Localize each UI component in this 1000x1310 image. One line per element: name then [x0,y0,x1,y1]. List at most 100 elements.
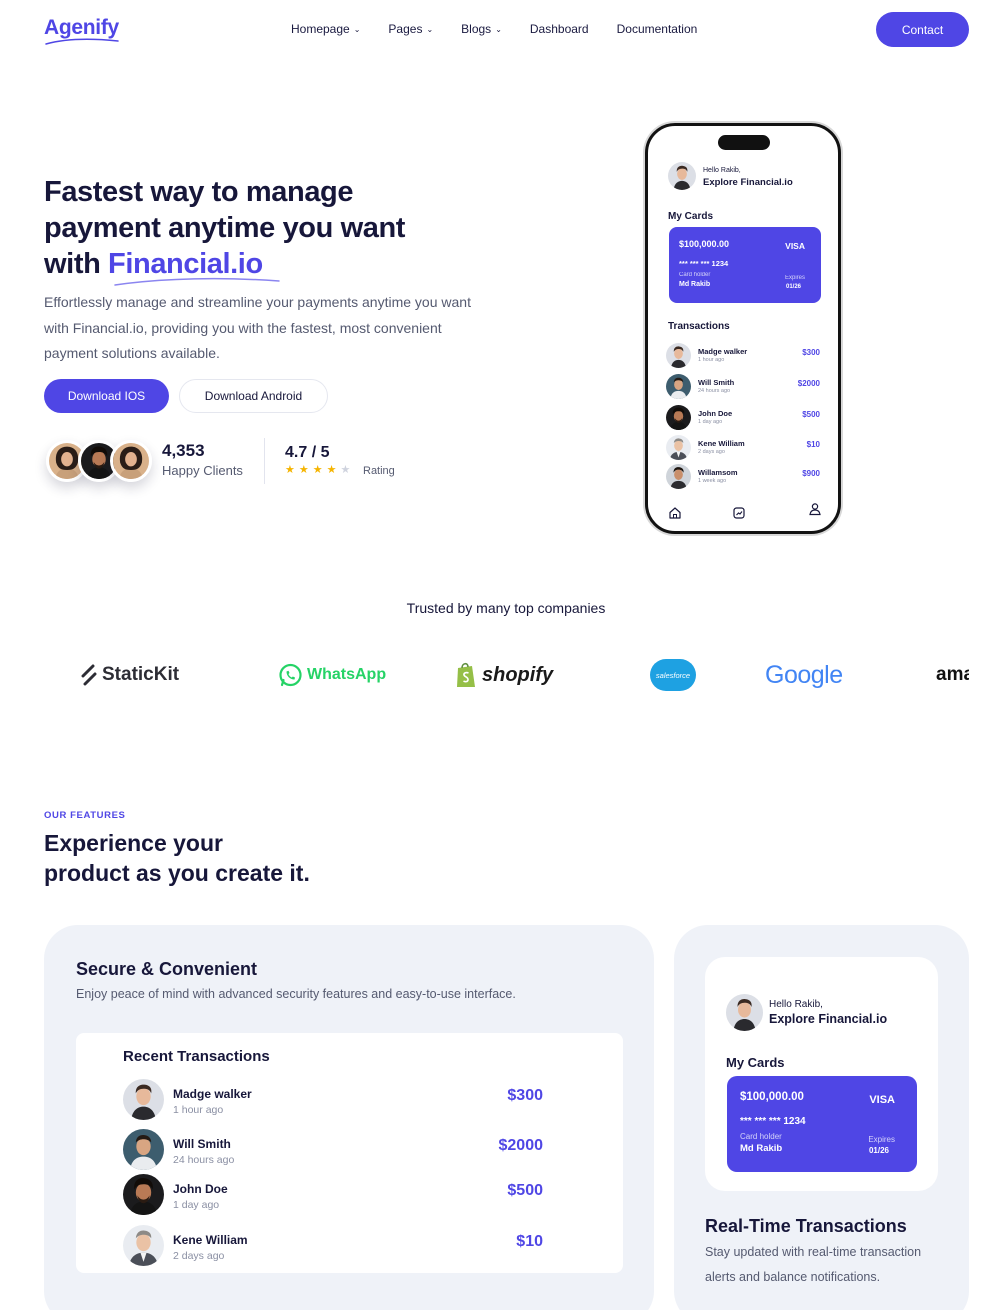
rating-label: Rating [363,465,395,477]
card-number: *** *** *** 1234 [679,259,729,268]
transaction-amount: $500 [507,1182,543,1199]
transaction-amount: $2000 [498,1137,544,1154]
transaction-time: 2 days ago [698,449,725,455]
hero-title-line1: Fastest way to manage [44,176,354,208]
shopify-icon [457,662,475,687]
feature-description: Stay updated with real-time transaction … [705,1245,922,1284]
explore-text: Explore Financial.io [769,1012,888,1026]
menu-dashboard[interactable]: Dashboard [530,22,589,36]
transaction-time: 1 day ago [173,1199,220,1211]
transaction-amount: $300 [802,348,820,357]
avatar [666,343,691,368]
brand-whatsapp: WhatsApp [278,655,386,695]
transaction-time: 24 hours ago [173,1154,235,1166]
card-holder-label: Card holder [679,272,711,278]
brand-label: Google [765,660,843,689]
greeting-text: Hello Rakib, [703,167,741,174]
contact-button[interactable]: Contact [876,12,969,47]
download-ios-button[interactable]: Download IOS [44,379,169,413]
menu-pages[interactable]: Pages ⌄ [388,22,433,36]
logo-swoosh-icon [45,38,119,45]
statickit-icon [81,664,97,686]
credit-card[interactable]: $100,000.00 VISA *** *** *** 1234 Card h… [669,227,821,303]
transaction-amount: $10 [806,440,820,449]
star-icon: ★ [340,464,355,476]
card-holder-name: Md Rakib [679,281,711,288]
transaction-time: 24 hours ago [698,388,731,394]
menu-label: Pages [388,22,423,36]
brand-shopify: shopify [454,655,553,695]
brand-salesforce: salesforce [650,655,696,695]
explore-text: Explore Financial.io [703,177,793,188]
menu-blogs[interactable]: Blogs ⌄ [461,22,502,36]
card-balance: $100,000.00 [740,1091,804,1103]
transaction-name: Kene William [698,439,745,448]
salesforce-logo: salesforce [650,659,696,691]
card-expires-label: Expires [784,275,805,281]
transaction-row[interactable]: Willamsom 1 week ago $900 [666,464,824,490]
rating-value: 4.7 / 5 [285,444,330,461]
recent-transactions-panel: Recent Transactions Madge walker 1 hour … [76,1033,623,1273]
card-holder-name: Md Rakib [740,1143,783,1154]
hero-title-line2: payment anytime you want [44,212,406,244]
wallet-preview: Hello Rakib, Explore Financial.io My Car… [705,957,938,1191]
clients-label: Happy Clients [162,463,243,478]
brand-google: Google [765,655,843,695]
client-avatars [46,440,156,482]
transaction-name: Madge walker [698,347,748,356]
transaction-amount: $300 [507,1087,543,1104]
logo-text[interactable]: Agenify [44,16,119,40]
transaction-name: Will Smith [173,1137,231,1151]
user-icon[interactable] [808,502,822,516]
top-navbar: Agenify Homepage ⌄ Pages ⌄ Blogs ⌄ Dashb… [0,0,1000,60]
transaction-row[interactable]: Will Smith 24 hours ago $2000 [666,374,824,400]
home-icon[interactable] [668,506,682,520]
transaction-name: Kene William [173,1233,248,1247]
greeting-text: Hello Rakib, [769,999,823,1010]
avatar [123,1129,164,1170]
transaction-amount: $10 [516,1233,543,1250]
credit-card[interactable]: $100,000.00 VISA *** *** *** 1234 Card h… [727,1076,917,1172]
transaction-row[interactable]: Madge walker 1 hour ago $300 [123,1079,543,1121]
transaction-row[interactable]: John Doe 1 day ago $500 [666,405,824,431]
transaction-name: Will Smith [698,378,735,387]
features-title-line1: Experience your [44,830,223,856]
card-expires-date: 01/26 [868,1146,889,1155]
phone-mockup: Hello Rakib, Explore Financial.io My Car… [645,123,841,534]
feature-card-secure: Secure & Convenient Enjoy peace of mind … [44,925,654,1310]
hero-title-prefix: with [44,248,109,280]
brand-label: salesforce [655,670,691,680]
transaction-row[interactable]: Madge walker 1 hour ago $300 [666,343,824,369]
transaction-time: 1 day ago [698,419,723,425]
transaction-row[interactable]: Kene William 2 days ago $10 [666,435,824,461]
chevron-down-icon: ⌄ [353,24,361,34]
transaction-row[interactable]: Will Smith 24 hours ago $2000 [123,1129,543,1171]
menu-homepage[interactable]: Homepage ⌄ [291,22,360,36]
brand-statickit: StaticKit [80,655,179,695]
transaction-time: 1 hour ago [698,357,725,363]
transaction-name: Madge walker [173,1087,252,1101]
avatar [666,464,691,489]
clients-count: 4,353 [162,441,205,460]
card-balance: $100,000.00 [679,239,730,249]
hero-description: Effortlessly manage and streamline your … [44,294,471,361]
menu-label: Documentation [616,22,698,36]
chart-icon[interactable] [732,506,746,520]
hero-title: Fastest way to manage payment anytime yo… [44,174,524,282]
chevron-down-icon: ⌄ [426,24,434,34]
transaction-amount: $500 [802,410,820,419]
avatar [123,1174,164,1215]
star-icon: ★ [326,464,341,476]
menu-documentation[interactable]: Documentation [617,22,698,36]
main-menu: Homepage ⌄ Pages ⌄ Blogs ⌄ Dashboard Doc… [291,22,725,36]
card-expires-date: 01/26 [785,284,801,290]
features-title: Experience your product as you create it… [44,828,404,888]
card-holder-label: Card holder [740,1132,782,1141]
transaction-row[interactable]: John Doe 1 day ago $500 [123,1174,543,1216]
star-icon: ★ [298,464,313,476]
transaction-time: 1 hour ago [173,1104,224,1116]
transaction-row[interactable]: Kene William 2 days ago $10 [123,1225,543,1267]
brand-label: WhatsApp [307,666,387,683]
brand-label: StaticKit [102,664,180,685]
download-android-button[interactable]: Download Android [179,379,328,413]
